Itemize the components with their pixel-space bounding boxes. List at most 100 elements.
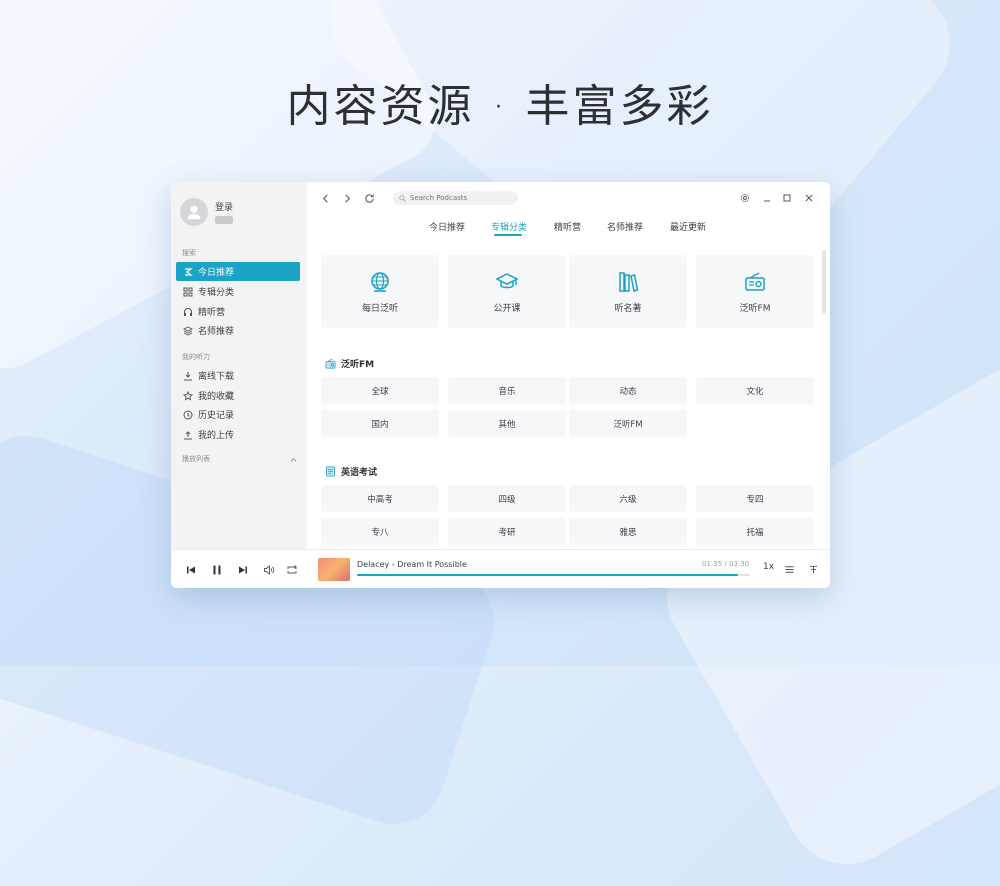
card-label: 听名著: [614, 303, 642, 314]
card-daily-listening[interactable]: 每日泛听: [321, 255, 439, 328]
chevron-left-icon: [322, 193, 328, 203]
category-cell[interactable]: 六级: [569, 485, 687, 512]
minimize-button[interactable]: [761, 192, 773, 204]
category-cell[interactable]: 音乐: [448, 377, 566, 404]
sidebar-item-downloads[interactable]: 离线下载: [176, 366, 300, 385]
search-box[interactable]: [393, 191, 518, 205]
loop-button[interactable]: [285, 563, 298, 576]
refresh-button[interactable]: [363, 192, 375, 204]
pause-button[interactable]: [210, 563, 223, 576]
category-cell[interactable]: 国内: [321, 410, 439, 437]
tab-latest[interactable]: 最近更新: [670, 220, 706, 233]
sidebar-item-uploads[interactable]: 我的上传: [176, 425, 300, 444]
tab-camp[interactable]: 精听营: [554, 220, 581, 233]
previous-button[interactable]: [184, 563, 197, 576]
star-icon: [183, 390, 193, 401]
volume-button[interactable]: [262, 563, 275, 576]
progress-bar[interactable]: [357, 574, 750, 576]
category-cell[interactable]: 考研: [448, 518, 566, 545]
category-cell[interactable]: 文化: [696, 377, 814, 404]
text-icon: [809, 565, 817, 573]
sidebar: 登录 搜索 今日推荐 专辑分类 精听营 名师推荐 我的听力 离线下载 我的收藏 …: [171, 182, 307, 549]
sidebar-item-label: 历史记录: [198, 411, 235, 421]
card-classics[interactable]: 听名著: [569, 255, 687, 328]
sidebar-item-label: 我的收藏: [198, 392, 235, 402]
category-cell[interactable]: 雅思: [569, 518, 687, 545]
sidebar-item-recommend[interactable]: 今日推荐: [176, 262, 300, 281]
settings-button[interactable]: [739, 192, 751, 204]
search-input[interactable]: [410, 194, 510, 202]
radio-icon: [325, 358, 336, 369]
playlist-label: 播放列表: [182, 455, 210, 463]
volume-icon: [263, 564, 274, 575]
scrollbar[interactable]: [822, 250, 826, 314]
category-cell[interactable]: 专四: [696, 485, 814, 512]
tab-bar: 今日推荐 专辑分类 精听营 名师推荐 最近更新: [307, 220, 830, 240]
sidebar-item-camp[interactable]: 精听营: [176, 302, 300, 321]
sidebar-group-label: 我的听力: [182, 353, 210, 361]
globe-icon: [371, 271, 389, 292]
skip-back-icon: [186, 566, 195, 573]
category-cell[interactable]: 全球: [321, 377, 439, 404]
back-button[interactable]: [319, 192, 331, 204]
sidebar-item-teachers[interactable]: 名师推荐: [176, 321, 300, 340]
sidebar-item-albums[interactable]: 专辑分类: [176, 282, 300, 301]
card-fm[interactable]: 泛听FM: [696, 255, 814, 328]
category-cell[interactable]: 专八: [321, 518, 439, 545]
close-icon: [805, 194, 813, 202]
category-cell[interactable]: 中高考: [321, 485, 439, 512]
refresh-icon: [364, 193, 374, 203]
category-cell[interactable]: 四级: [448, 485, 566, 512]
tab-albums[interactable]: 专辑分类: [491, 220, 528, 236]
track-time: 01:35 / 03:30: [702, 560, 750, 568]
headline: 内容资源 · 丰富多彩: [286, 81, 714, 132]
grid-icon: [183, 287, 193, 297]
maximize-icon: [783, 194, 791, 202]
gear-icon: [740, 193, 750, 203]
category-cell[interactable]: 泛听FM: [569, 410, 687, 437]
section-title-fm: 泛听FM: [325, 357, 374, 370]
lyrics-button[interactable]: [807, 563, 819, 575]
sidebar-item-label: 离线下载: [198, 372, 235, 382]
login-link[interactable]: 登录: [215, 200, 233, 213]
close-button[interactable]: [803, 192, 815, 204]
avatar[interactable]: [180, 198, 208, 226]
sidebar-group-label: 搜索: [182, 249, 196, 257]
history-icon: [183, 410, 193, 420]
main-panel: 今日推荐 专辑分类 精听营 名师推荐 最近更新 每日泛听 公开课 听名著: [307, 182, 830, 549]
card-label: 泛听FM: [739, 303, 771, 314]
category-cell[interactable]: 其他: [448, 410, 566, 437]
user-profile[interactable]: 登录: [180, 198, 233, 226]
sidebar-item-label: 今日推荐: [198, 268, 235, 278]
card-label: 公开课: [493, 303, 521, 314]
upload-icon: [183, 430, 193, 440]
search-icon: [399, 194, 406, 202]
card-open-course[interactable]: 公开课: [448, 255, 566, 328]
chevron-right-icon: [344, 193, 350, 203]
playlist-toggle[interactable]: 播放列表: [182, 454, 298, 464]
tab-today[interactable]: 今日推荐: [429, 220, 465, 233]
sidebar-item-favorites[interactable]: 我的收藏: [176, 386, 300, 405]
tab-teachers[interactable]: 名师推荐: [607, 220, 643, 233]
category-cell[interactable]: 托福: [696, 518, 814, 545]
level-badge: [215, 216, 233, 224]
card-label: 每日泛听: [361, 303, 398, 314]
forward-button[interactable]: [341, 192, 353, 204]
layers-icon: [183, 325, 193, 336]
album-cover[interactable]: [318, 558, 350, 581]
topbar: [307, 182, 830, 214]
headphone-icon: [183, 307, 193, 317]
next-button[interactable]: [236, 563, 249, 576]
sidebar-item-history[interactable]: 历史记录: [176, 405, 300, 424]
maximize-button[interactable]: [781, 192, 793, 204]
playlist-button[interactable]: [783, 563, 795, 575]
tab-label: 专辑分类: [491, 223, 528, 233]
user-icon: [187, 205, 201, 220]
content-area: 每日泛听 公开课 听名著 泛听FM 泛听FM 全球 音乐 动态 文化 国内 其他…: [307, 246, 830, 549]
speed-button[interactable]: 1x: [763, 562, 774, 572]
progress-fill: [357, 574, 739, 576]
download-icon: [183, 371, 193, 381]
sidebar-item-label: 我的上传: [198, 431, 235, 441]
section-title-text: 英语考试: [341, 468, 378, 478]
category-cell[interactable]: 动态: [569, 377, 687, 404]
